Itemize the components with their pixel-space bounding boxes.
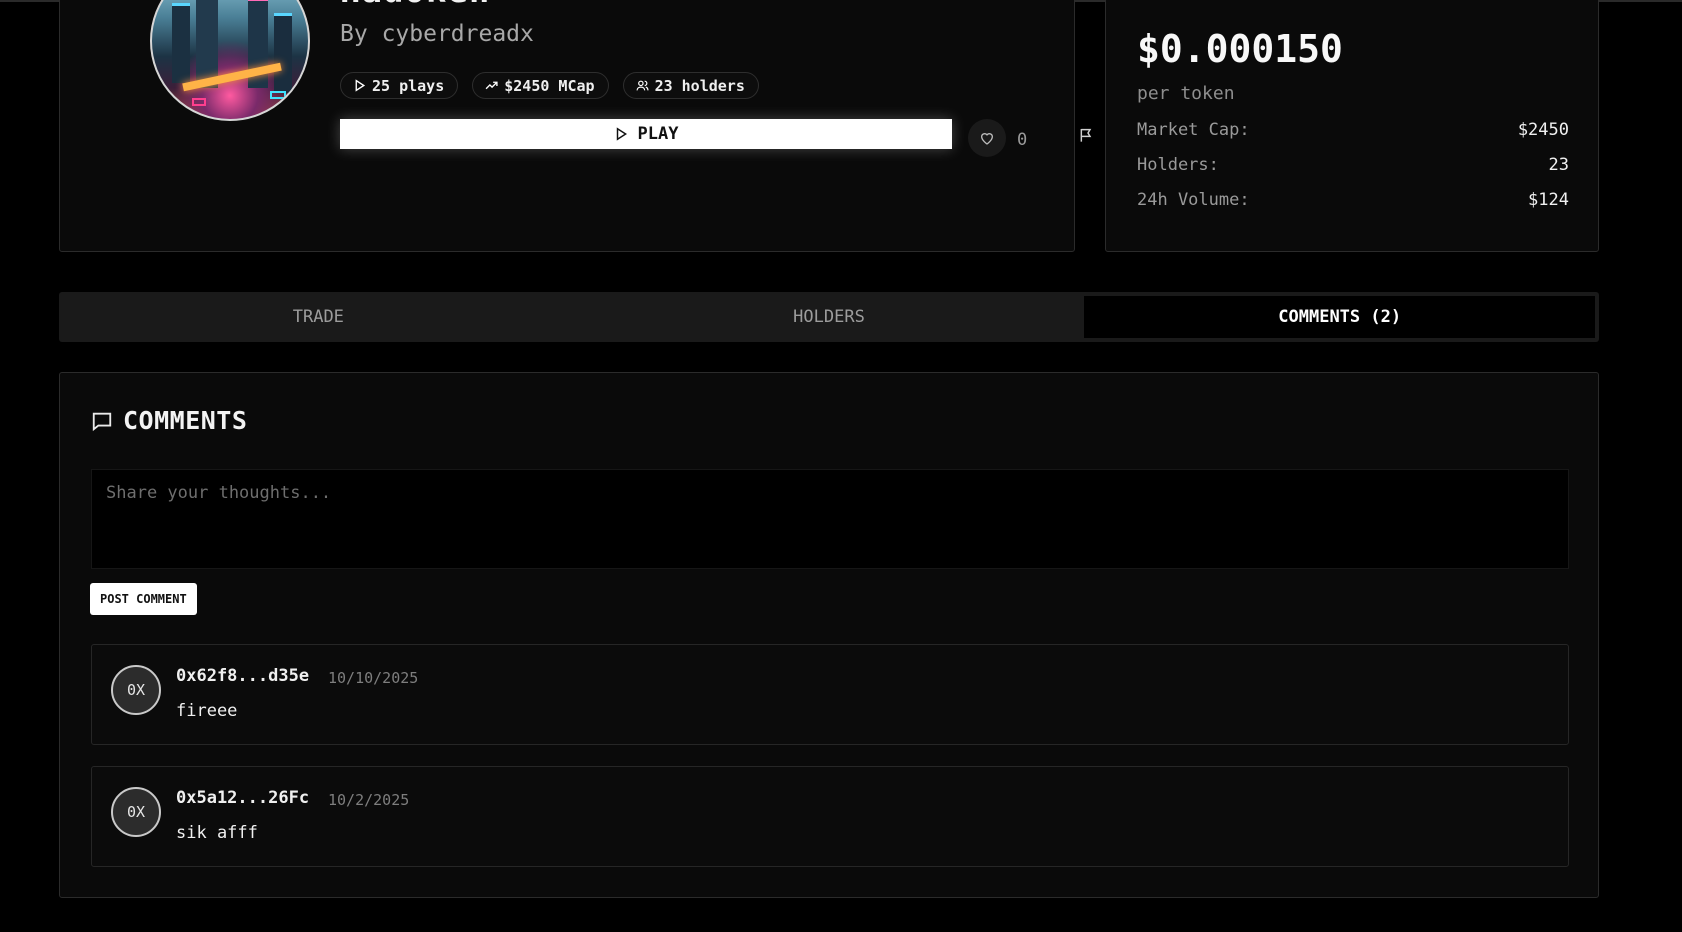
token-price: $0.000150 [1137,27,1343,71]
volume-value: $124 [1528,190,1569,210]
game-info-card: Hadoken By cyberdreadx 25 plays $2450 MC… [59,0,1092,252]
like-count: 0 [1017,130,1028,150]
trending-up-icon [485,81,498,90]
volume-label: 24h Volume: [1137,190,1250,210]
mcap-value: $2450 MCap [504,76,595,95]
like-button[interactable] [968,119,1006,157]
game-cover-image [150,0,310,121]
comments-header: COMMENTS [91,406,247,435]
game-byline: By cyberdreadx [340,21,534,47]
mcap-badge: $2450 MCap [472,72,609,99]
volume-row: 24h Volume: $124 [1137,190,1569,210]
comment-text: fireee [176,701,238,721]
token-price-card: $0.000150 per token Market Cap: $2450 Ho… [1105,0,1599,252]
comment-author[interactable]: 0x62f8...d35e [176,666,309,686]
holders-badge: 23 holders [622,72,759,99]
market-cap-label: Market Cap: [1137,120,1250,140]
tab-holders[interactable]: HOLDERS [574,296,1085,338]
play-label: PLAY [637,124,679,144]
holders-value: 23 [1548,155,1569,175]
plays-count: 25 plays [372,76,445,95]
holders-label: Holders: [1137,155,1219,175]
comment-input[interactable] [91,469,1569,569]
author-link[interactable]: cyberdreadx [382,21,534,47]
market-cap-value: $2450 [1517,120,1569,140]
tab-trade[interactable]: TRADE [63,296,574,338]
market-cap-row: Market Cap: $2450 [1137,120,1569,140]
users-icon [636,80,649,91]
price-unit: per token [1137,83,1235,104]
play-icon [355,79,366,92]
holders-count: 23 holders [654,76,745,95]
tab-bar: TRADE HOLDERS COMMENTS (2) [59,292,1599,342]
comment-item: 0X 0x5a12...26Fc 10/2/2025 sik afff [91,766,1569,867]
post-comment-button[interactable]: POST COMMENT [90,583,197,615]
game-title: Hadoken [340,0,490,11]
tab-comments[interactable]: COMMENTS (2) [1084,296,1596,338]
commenter-avatar: 0X [111,665,161,715]
play-button[interactable]: PLAY [340,119,952,149]
commenter-avatar: 0X [111,787,161,837]
comment-item: 0X 0x62f8...d35e 10/10/2025 fireee [91,644,1569,745]
comment-author[interactable]: 0x5a12...26Fc [176,788,309,808]
comment-text: sik afff [176,823,258,843]
game-stats: 25 plays $2450 MCap 23 holders [340,72,759,99]
comment-date: 10/2/2025 [328,791,410,809]
comments-panel: COMMENTS POST COMMENT 0X 0x62f8...d35e 1… [59,372,1599,898]
plays-badge: 25 plays [340,72,459,99]
holders-row: Holders: 23 [1137,155,1569,175]
byline-prefix: By [340,21,368,47]
comments-title: COMMENTS [123,406,248,435]
message-square-icon [92,412,112,431]
report-button[interactable] [1076,125,1096,145]
flag-icon [1080,128,1092,142]
comment-date: 10/10/2025 [328,669,419,687]
heart-icon [980,133,994,145]
play-icon [616,127,627,141]
